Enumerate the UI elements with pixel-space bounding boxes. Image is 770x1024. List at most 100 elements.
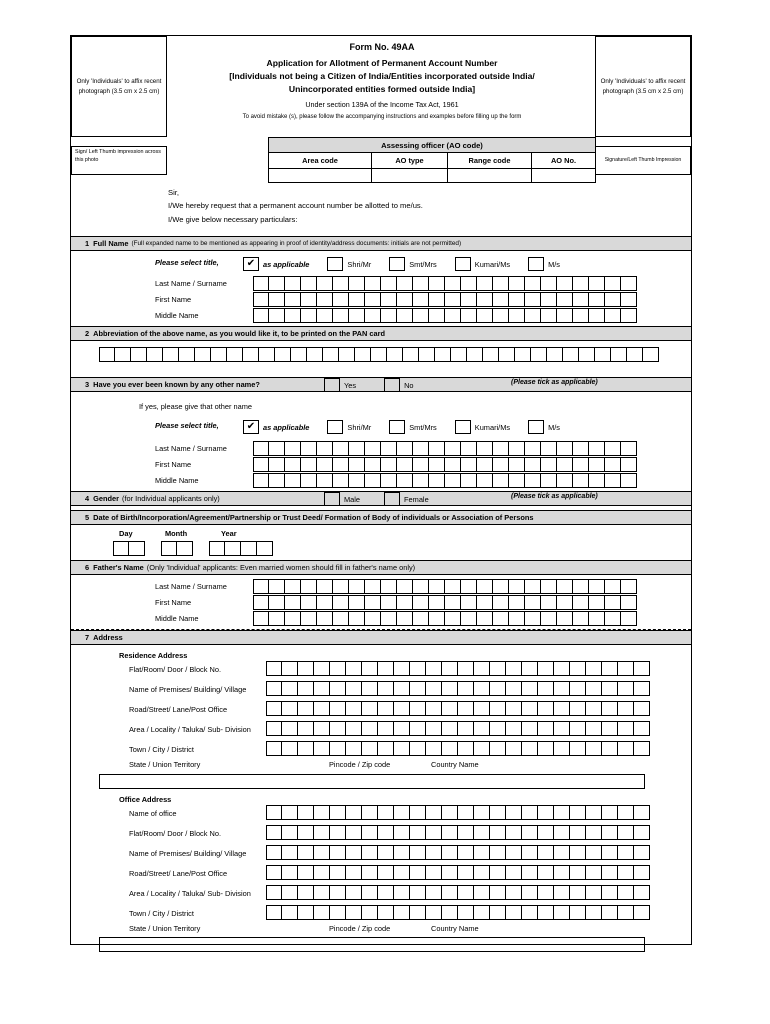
input-cell[interactable]: [589, 611, 605, 626]
input-cell[interactable]: [627, 347, 643, 362]
section-3-input-row-0[interactable]: [253, 441, 637, 456]
input-cell[interactable]: [490, 741, 506, 756]
input-cell[interactable]: [413, 441, 429, 456]
input-cell[interactable]: [397, 457, 413, 472]
input-cell[interactable]: [605, 457, 621, 472]
input-cell[interactable]: [483, 347, 499, 362]
ao-code-input-row[interactable]: [268, 169, 596, 183]
input-cell[interactable]: [541, 276, 557, 291]
input-cell[interactable]: [570, 701, 586, 716]
section-1-input-row-0[interactable]: [253, 276, 637, 291]
input-cell[interactable]: [381, 611, 397, 626]
input-cell[interactable]: [314, 885, 330, 900]
office-input-row-3[interactable]: [266, 885, 650, 900]
input-cell[interactable]: [413, 292, 429, 307]
input-cell[interactable]: [618, 905, 634, 920]
input-cell[interactable]: [493, 308, 509, 323]
input-cell[interactable]: [605, 595, 621, 610]
input-cell[interactable]: [557, 457, 573, 472]
input-cell[interactable]: [525, 308, 541, 323]
input-cell[interactable]: [458, 805, 474, 820]
input-cell[interactable]: [493, 276, 509, 291]
input-cell[interactable]: [621, 441, 637, 456]
input-cell[interactable]: [253, 611, 269, 626]
input-cell[interactable]: [522, 741, 538, 756]
input-cell[interactable]: [298, 681, 314, 696]
input-cell[interactable]: [554, 825, 570, 840]
input-cell[interactable]: [330, 741, 346, 756]
input-cell[interactable]: [621, 611, 637, 626]
input-cell[interactable]: [298, 825, 314, 840]
input-cell[interactable]: [378, 845, 394, 860]
input-cell[interactable]: [589, 308, 605, 323]
input-cell[interactable]: [99, 347, 115, 362]
input-cell[interactable]: [317, 579, 333, 594]
input-cell[interactable]: [605, 308, 621, 323]
input-cell[interactable]: [362, 661, 378, 676]
input-cell[interactable]: [426, 905, 442, 920]
input-cell[interactable]: [538, 681, 554, 696]
input-cell[interactable]: [570, 885, 586, 900]
input-cell[interactable]: [333, 611, 349, 626]
input-cell[interactable]: [161, 541, 177, 556]
input-cell[interactable]: [602, 885, 618, 900]
input-cell[interactable]: [557, 441, 573, 456]
input-cell[interactable]: [333, 276, 349, 291]
section-1-title-options[interactable]: ✔ as applicable Shri/Mr Smt/Mrs Kumari/M…: [243, 257, 560, 271]
section-3-title-kumari-box[interactable]: [454, 420, 471, 434]
input-cell[interactable]: [429, 579, 445, 594]
input-cell[interactable]: [381, 579, 397, 594]
input-cell[interactable]: [461, 308, 477, 323]
input-cell[interactable]: [381, 276, 397, 291]
input-cell[interactable]: [493, 457, 509, 472]
input-cell[interactable]: [506, 845, 522, 860]
input-cell[interactable]: [445, 457, 461, 472]
input-cell[interactable]: [477, 611, 493, 626]
input-cell[interactable]: [330, 701, 346, 716]
input-cell[interactable]: [285, 276, 301, 291]
input-cell[interactable]: [225, 541, 241, 556]
input-cell[interactable]: [410, 721, 426, 736]
input-cell[interactable]: [298, 905, 314, 920]
input-cell[interactable]: [522, 661, 538, 676]
office-input-row-1[interactable]: [266, 845, 650, 860]
input-cell[interactable]: [461, 611, 477, 626]
input-cell[interactable]: [378, 865, 394, 880]
input-cell[interactable]: [442, 701, 458, 716]
input-cell[interactable]: [573, 441, 589, 456]
input-cell[interactable]: [115, 347, 131, 362]
section-1-checked-box[interactable]: ✔: [243, 257, 259, 271]
input-cell[interactable]: [445, 276, 461, 291]
input-cell[interactable]: [330, 845, 346, 860]
input-cell[interactable]: [378, 905, 394, 920]
input-cell[interactable]: [541, 441, 557, 456]
input-cell[interactable]: [602, 741, 618, 756]
input-cell[interactable]: [285, 292, 301, 307]
input-cell[interactable]: [285, 595, 301, 610]
input-cell[interactable]: [541, 308, 557, 323]
section-3-input-row-2[interactable]: [253, 473, 637, 488]
input-cell[interactable]: [605, 611, 621, 626]
input-cell[interactable]: [445, 308, 461, 323]
section-3-checked-box[interactable]: ✔: [243, 420, 259, 434]
input-cell[interactable]: [557, 579, 573, 594]
input-cell[interactable]: [266, 741, 282, 756]
input-cell[interactable]: [410, 905, 426, 920]
input-cell[interactable]: [362, 721, 378, 736]
input-cell[interactable]: [490, 661, 506, 676]
input-cell[interactable]: [317, 308, 333, 323]
input-cell[interactable]: [381, 441, 397, 456]
input-cell[interactable]: [413, 276, 429, 291]
input-cell[interactable]: [506, 661, 522, 676]
input-cell[interactable]: [538, 905, 554, 920]
input-cell[interactable]: [634, 885, 650, 900]
ao-input-range-code[interactable]: [448, 169, 532, 183]
input-cell[interactable]: [474, 845, 490, 860]
input-cell[interactable]: [541, 292, 557, 307]
input-cell[interactable]: [394, 701, 410, 716]
input-cell[interactable]: [282, 721, 298, 736]
input-cell[interactable]: [557, 595, 573, 610]
section-1-title-smt-box[interactable]: [389, 257, 406, 271]
input-cell[interactable]: [282, 741, 298, 756]
input-cell[interactable]: [621, 457, 637, 472]
